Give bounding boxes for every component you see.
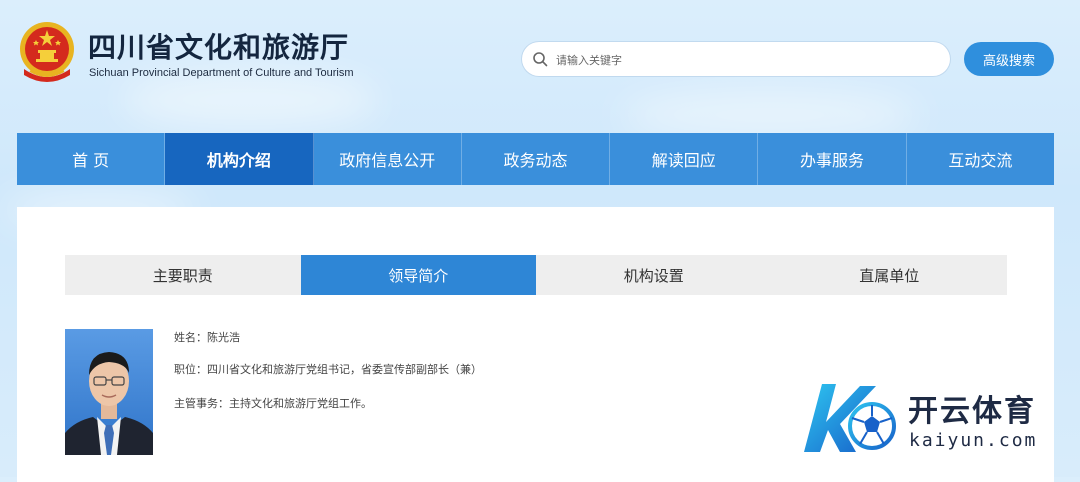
site-subtitle: Sichuan Provincial Department of Culture… [89,67,354,79]
search-icon[interactable] [532,51,548,67]
leader-name: 姓名：陈光浩 [174,331,240,344]
leader-duties: 主管事务：主持文化和旅游厅党组工作。 [174,397,372,410]
leader-portrait [65,329,153,455]
sub-tabs: 主要职责 领导简介 机构设置 直属单位 [65,255,1007,295]
watermark-brand: 开云体育 [908,394,1036,429]
watermark-domain: kaiyun.com [909,430,1038,451]
watermark-logo: 开云体育 kaiyun.com [796,378,1076,458]
nav-item-services[interactable]: 办事服务 [758,133,907,185]
search-box [522,42,950,78]
nav-item-news[interactable]: 政务动态 [462,133,611,185]
tab-leadership[interactable]: 领导简介 [300,255,536,295]
k-logo-icon [804,384,896,452]
main-nav: 首 页 机构介绍 政府信息公开 政务动态 解读回应 办事服务 互动交流 [17,133,1054,185]
site-title: 四川省文化和旅游厅 [88,31,350,64]
nav-item-interaction[interactable]: 互动交流 [907,133,1054,185]
nav-item-government-info[interactable]: 政府信息公开 [314,133,462,185]
nav-item-about[interactable]: 机构介绍 [165,133,314,185]
nav-item-interpretation[interactable]: 解读回应 [610,133,759,185]
advanced-search-button[interactable]: 高级搜索 [964,42,1054,76]
search-input[interactable] [554,42,938,78]
national-emblem-icon[interactable] [16,19,78,85]
site-header: 四川省文化和旅游厅 Sichuan Provincial Department … [0,0,1080,118]
tab-main-duties[interactable]: 主要职责 [65,255,301,295]
nav-item-home[interactable]: 首 页 [17,133,166,185]
leader-position: 职位：四川省文化和旅游厅党组书记，省委宣传部副部长（兼） [174,363,482,376]
tab-organization[interactable]: 机构设置 [536,255,772,295]
tab-subordinate-units[interactable]: 直属单位 [772,255,1008,295]
